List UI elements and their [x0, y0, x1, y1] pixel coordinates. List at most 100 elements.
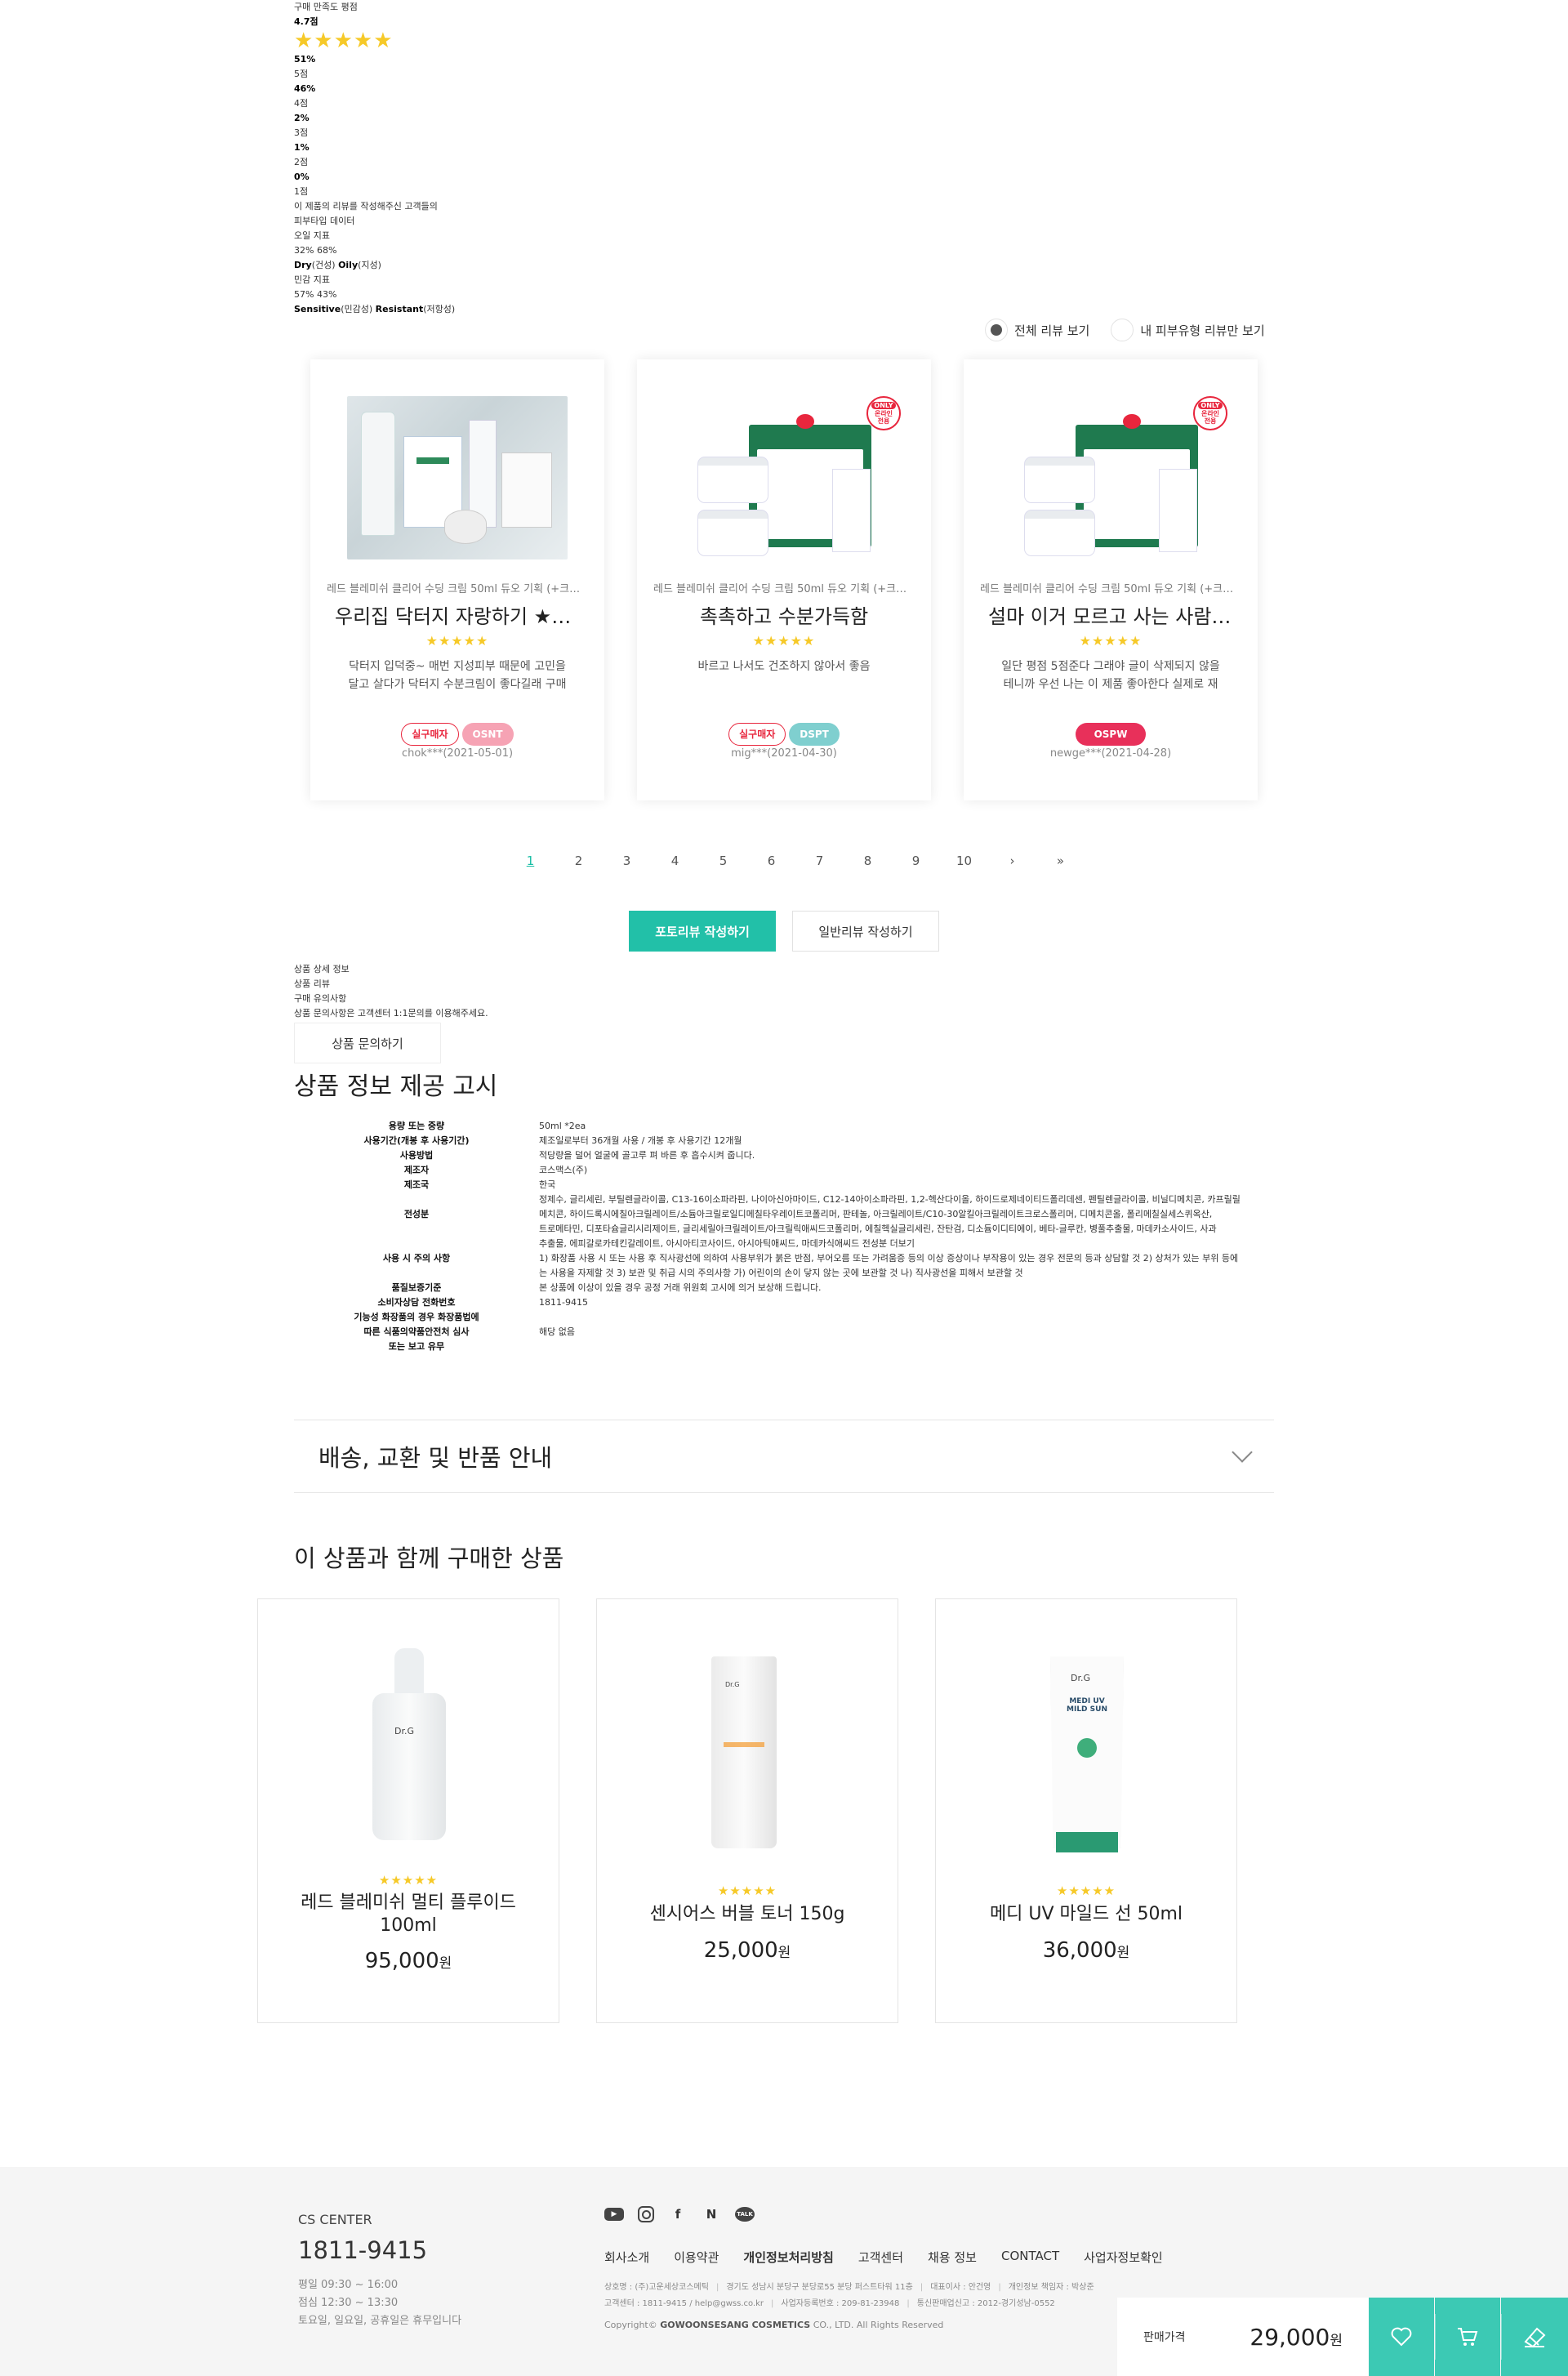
notice-value: 정제수, 글리세린, 부틸렌글라이콜, C13-16이소파라핀, 나이아신아마이… — [539, 1194, 1241, 1205]
footer-link-cs[interactable]: 고객센터 — [858, 2249, 903, 2266]
radio-icon[interactable] — [1111, 319, 1134, 341]
product-name[interactable]: 레드 블레미쉬 멀티 플루이드 100ml — [291, 1892, 526, 1937]
footer-link-terms[interactable]: 이용약관 — [674, 2249, 719, 2266]
dist-pct-5: 51% — [294, 54, 316, 65]
dist-pct-2: 1% — [294, 142, 310, 153]
notice-value: 해당 없음 — [539, 1326, 575, 1337]
review-product-name: 레드 블레미쉬 클리어 수딩 크림 50ml 듀오 기획 (+크림 50ml 추… — [980, 583, 1241, 595]
price-label: 판매가격 — [1143, 2331, 1186, 2344]
dist-label-1: 1점 — [294, 186, 309, 197]
page-link-4[interactable]: 4 — [651, 854, 699, 868]
cart-button[interactable] — [1435, 2298, 1500, 2376]
related-product-card[interactable]: Dr.G ★★★★★ 센시어스 버블 토너 150g 25,000원 — [596, 1598, 898, 2023]
notice-key: 또는 보고 유무 — [388, 1341, 445, 1352]
naver-icon[interactable]: N — [702, 2205, 721, 2223]
review-title[interactable]: 우리집 닥터지 자랑하기 ★★★ — [335, 600, 580, 629]
notice-key — [294, 1222, 539, 1237]
sens-types: Sensitive(민감성) Resistant(저항성) — [294, 304, 456, 314]
youtube-icon[interactable]: ▶ — [604, 2208, 624, 2221]
page-link-7[interactable]: 7 — [795, 854, 844, 868]
review-card[interactable]: ONLY 온라인 전용 레드 블레미쉬 클리어 수딩 크림 50ml 듀오 기획… — [964, 359, 1258, 800]
buy-card-icon[interactable] — [1522, 2325, 1547, 2348]
cart-icon[interactable] — [1456, 2326, 1479, 2347]
write-photo-review-button[interactable]: 포토리뷰 작성하기 — [629, 911, 776, 952]
page-link-5[interactable]: 5 — [699, 854, 747, 868]
tab-product-review[interactable]: 상품 리뷰 — [294, 977, 488, 992]
related-product-card[interactable]: Dr.G ★★★★★ 레드 블레미쉬 멀티 플루이드 100ml 95,000원 — [257, 1598, 559, 2023]
footer-link-contact[interactable]: CONTACT — [1001, 2249, 1059, 2266]
rating-summary: 구매 만족도 평점 4.7점 ★★★★★ 51% 5점 46% 4점 2% 3점… — [294, 0, 784, 317]
review-author: chok***(2021-05-01) — [401, 747, 514, 760]
product-name[interactable]: 메디 UV 마일드 선 50ml — [969, 1903, 1204, 1926]
product-price: 36,000원 — [1042, 1938, 1130, 1963]
chevron-down-icon[interactable] — [1232, 1442, 1253, 1463]
radio-icon[interactable] — [985, 319, 1008, 341]
review-card[interactable]: 레드 블레미쉬 클리어 수딩 크림 50ml 듀오 기획 (+크림 50ml 추… — [310, 359, 604, 800]
review-title[interactable]: 촉촉하고 수분가득함 — [662, 600, 906, 629]
facebook-icon[interactable]: f — [668, 2205, 688, 2223]
related-product-card[interactable]: Dr.G MEDI UV MILD SUN ★★★★★ 메디 UV 마일드 선 … — [935, 1598, 1237, 2023]
notice-value: 적당량을 덜어 얼굴에 골고루 펴 바른 후 흡수시켜 줍니다. — [539, 1150, 755, 1161]
last-page-icon[interactable]: » — [1036, 854, 1085, 868]
review-product-image[interactable] — [1000, 396, 1221, 559]
wishlist-button[interactable] — [1369, 2298, 1434, 2376]
write-text-review-button[interactable]: 일반리뷰 작성하기 — [792, 911, 939, 952]
page-link-1[interactable]: 1 — [506, 854, 555, 868]
kakaotalk-icon[interactable]: TALK — [735, 2207, 755, 2222]
product-qna-button[interactable]: 상품 문의하기 — [294, 1023, 441, 1063]
page-link-8[interactable]: 8 — [844, 854, 892, 868]
notice-value: 한국 — [539, 1179, 556, 1190]
notice-value — [539, 1310, 1274, 1325]
footer-link-company[interactable]: 회사소개 — [604, 2249, 649, 2266]
footer-link-careers[interactable]: 채용 정보 — [928, 2249, 977, 2266]
filter-mine-label[interactable]: 내 피부유형 리뷰만 보기 — [1140, 322, 1264, 339]
notice-row: 또는 보고 유무 — [294, 1340, 1274, 1354]
heart-icon[interactable] — [1391, 2327, 1412, 2347]
notice-value: 50ml *2ea — [539, 1121, 586, 1131]
instagram-icon[interactable] — [638, 2206, 654, 2222]
notice-key: 사용기간(개봉 후 사용기간) — [363, 1135, 470, 1146]
shipping-title[interactable]: 배송, 교환 및 반품 안내 — [318, 1439, 552, 1473]
review-product-image[interactable] — [674, 396, 894, 559]
page-link-10[interactable]: 10 — [940, 854, 988, 868]
page-link-6[interactable]: 6 — [747, 854, 795, 868]
review-author: newge***(2021-04-28) — [1049, 747, 1172, 760]
footer-links: 회사소개 이용약관 개인정보처리방침 고객센터 채용 정보 CONTACT 사업… — [604, 2249, 1163, 2266]
product-image[interactable]: Dr.G — [666, 1648, 830, 1848]
page-link-2[interactable]: 2 — [555, 854, 603, 868]
notice-key: 제조자 — [403, 1165, 430, 1175]
notice-row: 제조자 코스맥스(주) — [294, 1163, 1274, 1178]
product-name[interactable]: 센시어스 버블 토너 150g — [630, 1903, 865, 1926]
shipping-info-accordion[interactable]: 배송, 교환 및 반품 안내 — [294, 1420, 1274, 1493]
filter-mine-radio[interactable]: 내 피부유형 리뷰만 보기 — [1111, 319, 1265, 341]
notice-key — [294, 1237, 539, 1251]
page-link-9[interactable]: 9 — [892, 854, 940, 868]
notice-key: 소비자상담 전화번호 — [377, 1297, 456, 1308]
product-price: 25,000원 — [703, 1938, 791, 1963]
notice-row: 사용 시 주의 사항 1) 화장품 사용 시 또는 사용 후 직사광선에 의하여 … — [294, 1251, 1274, 1266]
filter-all-label[interactable]: 전체 리뷰 보기 — [1014, 322, 1089, 339]
review-title[interactable]: 설마 이거 모르고 사는 사람 있나요 — [988, 600, 1233, 629]
product-image[interactable]: Dr.G — [327, 1648, 491, 1844]
rating-title: 구매 만족도 평점 — [294, 2, 358, 12]
product-image[interactable]: Dr.G MEDI UV MILD SUN — [1005, 1648, 1169, 1852]
tab-purchase-notice[interactable]: 구매 유의사항 — [294, 992, 488, 1006]
next-page-icon[interactable]: › — [988, 854, 1036, 868]
dist-label-2: 2점 — [294, 157, 309, 167]
oil-label: 오일 지표 — [294, 230, 330, 241]
buy-button[interactable] — [1501, 2298, 1568, 2376]
review-card[interactable]: ONLY 온라인 전용 레드 블레미쉬 클리어 수딩 크림 50ml 듀오 기획… — [637, 359, 931, 800]
review-photo[interactable] — [347, 396, 568, 559]
oil-types: Dry(건성) Oily(지성) — [294, 260, 381, 270]
social-links: ▶ f N TALK — [604, 2205, 755, 2223]
page-link-3[interactable]: 3 — [603, 854, 651, 868]
dist-pct-3: 2% — [294, 113, 310, 123]
tab-product-detail[interactable]: 상품 상세 정보 — [294, 962, 488, 977]
filter-all-radio[interactable]: 전체 리뷰 보기 — [985, 319, 1089, 341]
notice-row: 기능성 화장품의 경우 화장품법에 — [294, 1310, 1274, 1325]
footer-link-biz-info[interactable]: 사업자정보확인 — [1084, 2249, 1163, 2266]
footer-link-privacy[interactable]: 개인정보처리방침 — [743, 2249, 833, 2266]
dist-label-3: 3점 — [294, 127, 309, 138]
review-badges: 실구매자 DSPT — [637, 723, 931, 746]
sticky-price: 29,000원 — [1250, 2323, 1343, 2351]
